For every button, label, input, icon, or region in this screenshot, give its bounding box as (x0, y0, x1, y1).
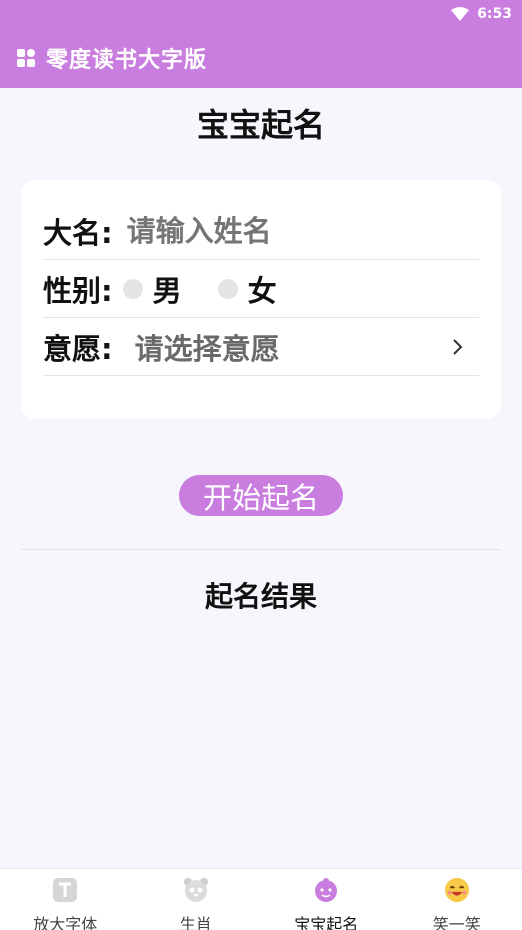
wish-label: 意愿: (43, 331, 113, 366)
form-card: 大名: 性别: 男 女 意愿: 请选择意愿 (21, 180, 501, 419)
nav-item-zodiac[interactable]: 生肖 (131, 869, 262, 930)
smile-icon (444, 877, 470, 903)
app-title: 零度读书大字版 (46, 48, 208, 73)
gender-option-male[interactable]: 男 (153, 268, 182, 310)
nav-label: 宝宝起名 (294, 915, 359, 930)
nav-item-laugh[interactable]: 笑一笑 (392, 869, 522, 930)
nav-item-baby-naming[interactable]: 宝宝起名 (261, 869, 392, 930)
grid-icon[interactable] (16, 48, 36, 68)
nav-label: 生肖 (179, 915, 212, 930)
chevron-right-icon[interactable] (447, 337, 467, 357)
divider (21, 549, 501, 550)
nav-item-enlarge-font[interactable]: 放大字体 (0, 869, 131, 930)
nav-label: 笑一笑 (432, 915, 481, 930)
nav-label: 放大字体 (33, 915, 98, 930)
wish-row[interactable]: 意愿: 请选择意愿 (43, 318, 479, 376)
page-title: 宝宝起名 (196, 106, 325, 144)
bottom-nav: 放大字体 生肖 宝宝起名 笑一笑 (0, 868, 522, 930)
status-time: 6:53 (477, 6, 512, 22)
text-icon (52, 877, 78, 903)
gender-option-female[interactable]: 女 (248, 268, 277, 310)
baby-icon (313, 877, 339, 903)
status-bar: 6:53 (0, 0, 522, 28)
wifi-icon (451, 7, 470, 21)
gender-radio-female[interactable] (217, 278, 238, 299)
name-row: 大名: (43, 202, 479, 260)
wish-select[interactable]: 请选择意愿 (135, 326, 447, 368)
name-label: 大名: (43, 215, 113, 250)
gender-row: 性别: 男 女 (43, 260, 479, 318)
gender-label: 性别: (43, 273, 113, 308)
gender-radio-group: 男 女 (122, 268, 313, 310)
name-input[interactable] (126, 213, 427, 248)
app-bar: 零度读书大字版 (0, 28, 522, 88)
gender-radio-male[interactable] (122, 278, 143, 299)
result-title: 起名结果 (204, 580, 317, 613)
start-naming-button[interactable]: 开始起名 (179, 475, 343, 516)
panda-icon (183, 877, 209, 903)
